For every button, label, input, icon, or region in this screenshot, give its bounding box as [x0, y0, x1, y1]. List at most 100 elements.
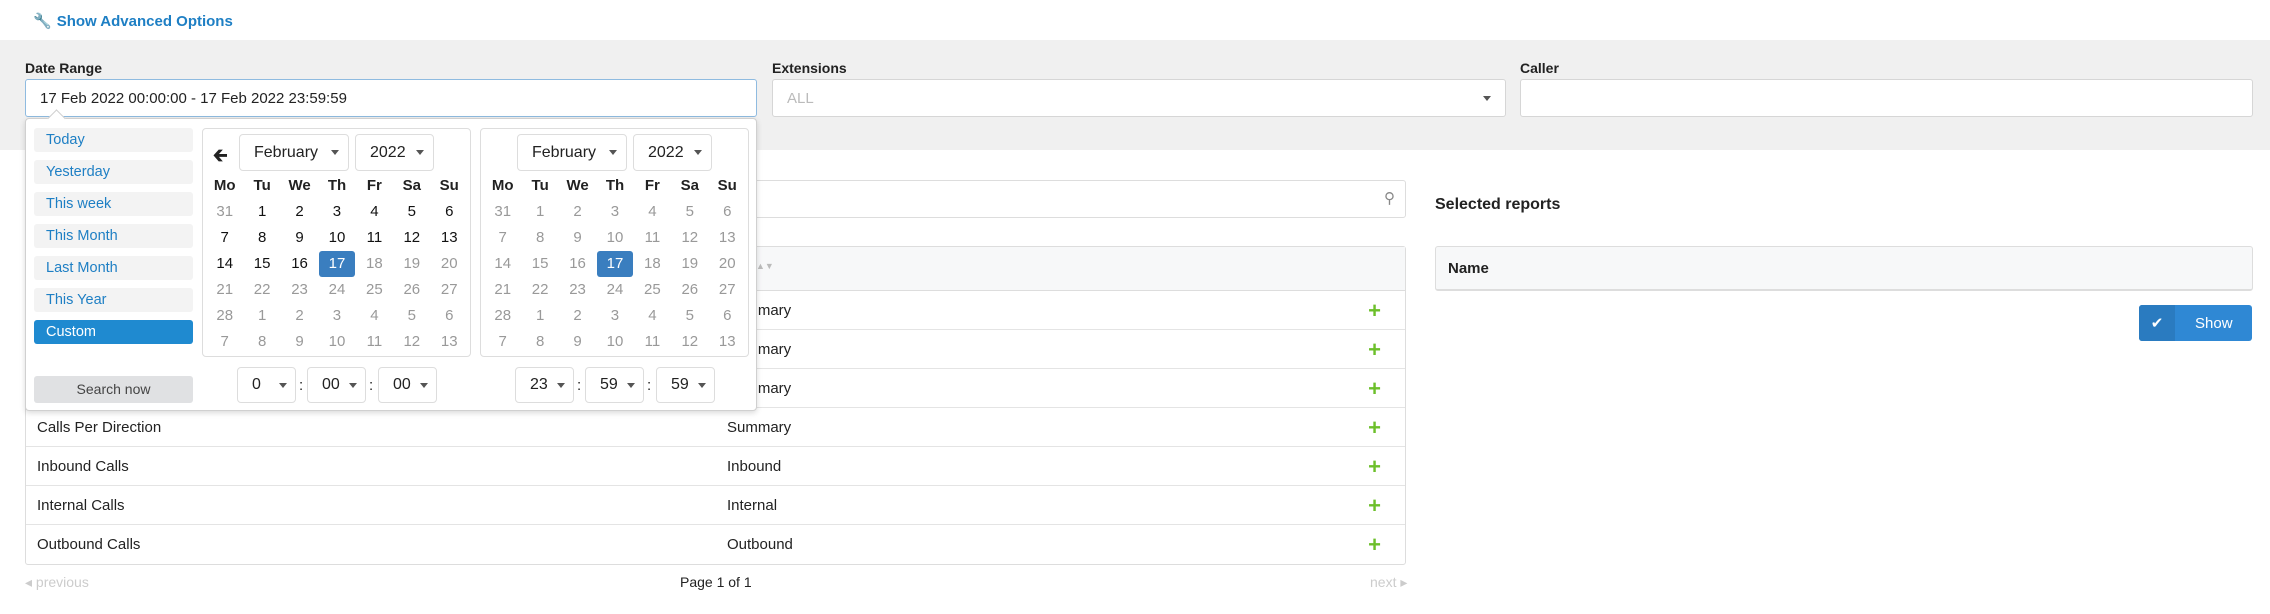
day-cell[interactable]: 26: [672, 277, 707, 303]
day-cell[interactable]: 10: [597, 329, 632, 355]
day-cell[interactable]: 8: [522, 329, 557, 355]
day-cell[interactable]: 24: [319, 277, 354, 303]
day-cell[interactable]: 21: [207, 277, 242, 303]
range-yesterday[interactable]: Yesterday: [34, 160, 193, 184]
day-cell[interactable]: 27: [432, 277, 467, 303]
day-cell[interactable]: 31: [207, 199, 242, 225]
year-select[interactable]: 2022: [355, 134, 434, 171]
second-select[interactable]: 59: [656, 367, 715, 403]
day-cell[interactable]: 13: [432, 225, 467, 251]
day-cell[interactable]: 16: [560, 251, 595, 277]
day-cell[interactable]: 25: [635, 277, 670, 303]
day-cell[interactable]: 25: [357, 277, 392, 303]
day-cell[interactable]: 2: [560, 199, 595, 225]
day-cell[interactable]: 9: [282, 329, 317, 355]
day-cell[interactable]: 4: [357, 199, 392, 225]
minute-select[interactable]: 59: [585, 367, 644, 403]
day-cell[interactable]: 1: [244, 199, 279, 225]
day-cell[interactable]: 22: [522, 277, 557, 303]
search-now-button[interactable]: Search now: [34, 376, 193, 403]
arrow-left-icon[interactable]: 🡰: [213, 143, 228, 173]
next-link[interactable]: next ▸: [1370, 574, 1407, 591]
day-cell[interactable]: 1: [522, 303, 557, 329]
day-cell[interactable]: 2: [282, 199, 317, 225]
day-cell[interactable]: 9: [282, 225, 317, 251]
day-cell[interactable]: 23: [282, 277, 317, 303]
day-cell[interactable]: 12: [672, 225, 707, 251]
show-button[interactable]: ✔ Show: [2139, 305, 2252, 341]
day-cell[interactable]: 9: [560, 329, 595, 355]
day-cell[interactable]: 20: [710, 251, 745, 277]
day-cell[interactable]: 7: [485, 225, 520, 251]
day-cell[interactable]: 5: [672, 303, 707, 329]
add-icon[interactable]: +: [1368, 495, 1381, 517]
range-this-year[interactable]: This Year: [34, 288, 193, 312]
day-cell[interactable]: 5: [394, 303, 429, 329]
day-cell[interactable]: 3: [319, 199, 354, 225]
day-cell[interactable]: 6: [710, 199, 745, 225]
range-last-month[interactable]: Last Month: [34, 256, 193, 280]
sort-icon[interactable]: ▲▼: [756, 261, 774, 271]
day-cell[interactable]: 3: [319, 303, 354, 329]
day-cell[interactable]: 21: [485, 277, 520, 303]
day-cell[interactable]: 17: [597, 251, 633, 277]
day-cell[interactable]: 5: [672, 199, 707, 225]
day-cell[interactable]: 28: [207, 303, 242, 329]
day-cell[interactable]: 14: [207, 251, 242, 277]
day-cell[interactable]: 5: [394, 199, 429, 225]
day-cell[interactable]: 28: [485, 303, 520, 329]
day-cell[interactable]: 22: [244, 277, 279, 303]
day-cell[interactable]: 8: [244, 225, 279, 251]
day-cell[interactable]: 12: [672, 329, 707, 355]
day-cell[interactable]: 13: [710, 225, 745, 251]
range-custom[interactable]: Custom: [34, 320, 193, 344]
day-cell[interactable]: 12: [394, 225, 429, 251]
day-cell[interactable]: 7: [207, 329, 242, 355]
day-cell[interactable]: 8: [522, 225, 557, 251]
day-cell[interactable]: 13: [710, 329, 745, 355]
extensions-select[interactable]: ALL: [772, 79, 1506, 117]
add-icon[interactable]: +: [1368, 534, 1381, 556]
day-cell[interactable]: 6: [432, 199, 467, 225]
day-cell[interactable]: 27: [710, 277, 745, 303]
range-this-month[interactable]: This Month: [34, 224, 193, 248]
day-cell[interactable]: 17: [319, 251, 355, 277]
caller-input[interactable]: [1520, 79, 2253, 117]
range-today[interactable]: Today: [34, 128, 193, 152]
day-cell[interactable]: 10: [597, 225, 632, 251]
day-cell[interactable]: 18: [357, 251, 392, 277]
day-cell[interactable]: 11: [357, 225, 392, 251]
day-cell[interactable]: 23: [560, 277, 595, 303]
day-cell[interactable]: 4: [635, 199, 670, 225]
add-icon[interactable]: +: [1368, 300, 1381, 322]
day-cell[interactable]: 1: [522, 199, 557, 225]
day-cell[interactable]: 18: [635, 251, 670, 277]
range-this-week[interactable]: This week: [34, 192, 193, 216]
day-cell[interactable]: 10: [319, 225, 354, 251]
day-cell[interactable]: 3: [597, 303, 632, 329]
day-cell[interactable]: 2: [560, 303, 595, 329]
day-cell[interactable]: 1: [244, 303, 279, 329]
day-cell[interactable]: 13: [432, 329, 467, 355]
day-cell[interactable]: 24: [597, 277, 632, 303]
hour-select[interactable]: 0: [237, 367, 296, 403]
minute-select[interactable]: 00: [307, 367, 366, 403]
show-advanced-options-link[interactable]: 🔧 Show Advanced Options: [33, 12, 233, 31]
day-cell[interactable]: 3: [597, 199, 632, 225]
day-cell[interactable]: 6: [710, 303, 745, 329]
day-cell[interactable]: 19: [394, 251, 429, 277]
add-icon[interactable]: +: [1368, 417, 1381, 439]
year-select[interactable]: 2022: [633, 134, 712, 171]
day-cell[interactable]: 31: [485, 199, 520, 225]
day-cell[interactable]: 16: [282, 251, 317, 277]
previous-link[interactable]: ◂ previous: [25, 574, 89, 591]
day-cell[interactable]: 11: [635, 225, 670, 251]
day-cell[interactable]: 4: [635, 303, 670, 329]
add-icon[interactable]: +: [1368, 339, 1381, 361]
day-cell[interactable]: 19: [672, 251, 707, 277]
day-cell[interactable]: 26: [394, 277, 429, 303]
day-cell[interactable]: 6: [432, 303, 467, 329]
day-cell[interactable]: 14: [485, 251, 520, 277]
day-cell[interactable]: 9: [560, 225, 595, 251]
day-cell[interactable]: 4: [357, 303, 392, 329]
